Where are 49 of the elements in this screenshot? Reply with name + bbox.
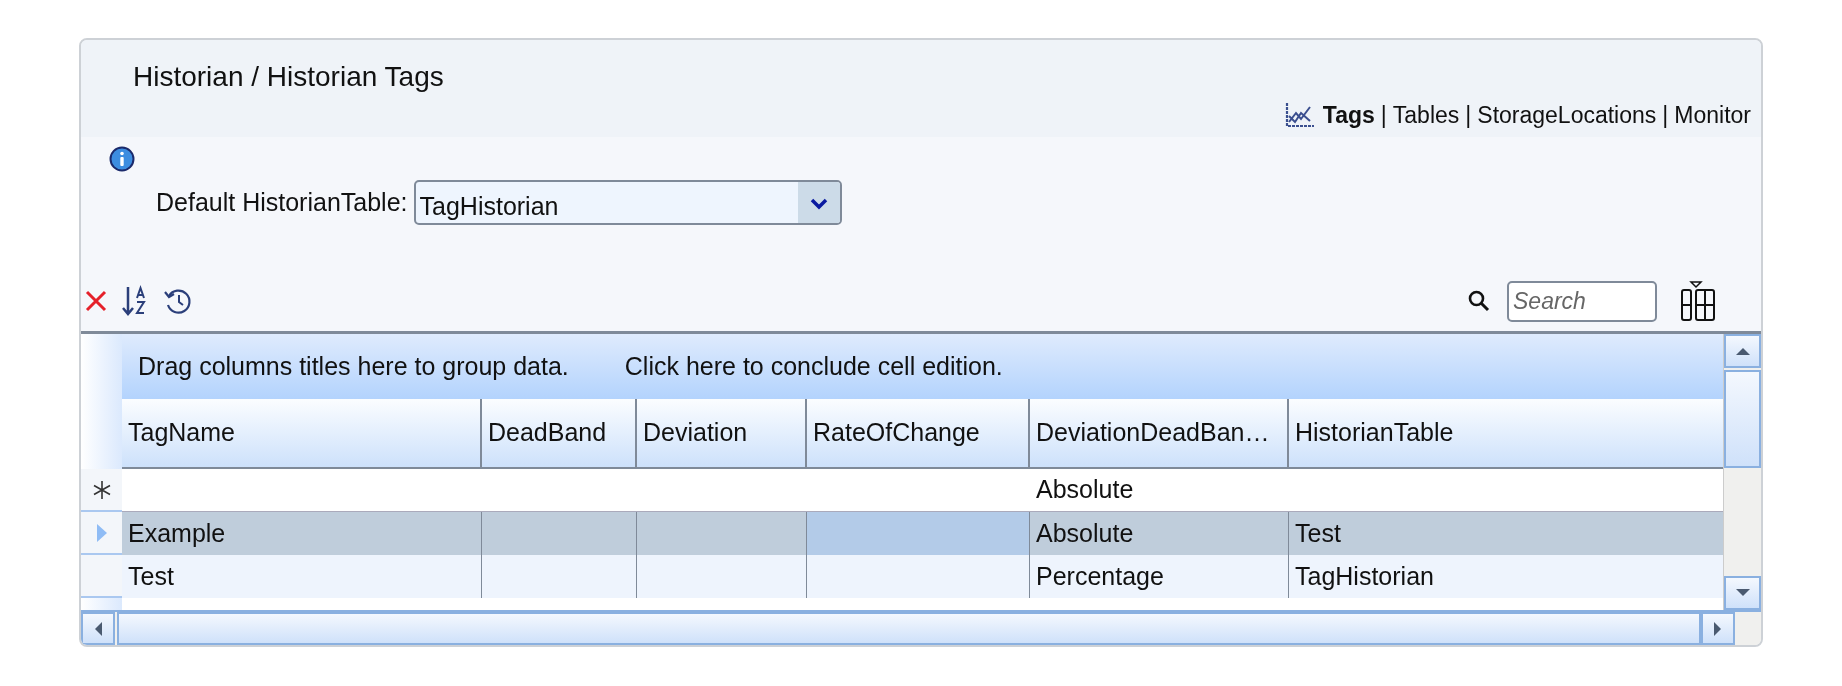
breadcrumb-title: Historian / Historian Tags [133, 60, 445, 94]
table-row[interactable]: Test Percentage TagHistorian [122, 555, 1723, 598]
scroll-up-button[interactable] [1724, 334, 1761, 368]
selected-row[interactable]: Example Absolute Test [122, 512, 1723, 555]
triangle-up-icon [1734, 346, 1751, 356]
separator: | [1662, 101, 1669, 130]
separator: | [1380, 101, 1387, 130]
column-header[interactable]: TagName [122, 399, 482, 469]
scrollbar-thumb[interactable] [1724, 370, 1761, 468]
asterisk-icon [91, 479, 112, 500]
scroll-left-button[interactable] [81, 612, 115, 645]
scroll-down-button[interactable] [1724, 576, 1761, 610]
column-header[interactable]: DeadBand [482, 399, 637, 469]
scroll-right-button[interactable] [1701, 612, 1735, 645]
table-cell-text: TagHistorian [1294, 560, 1435, 592]
nav-tab[interactable]: Tags [1284, 98, 1375, 133]
chevron-down-icon [809, 198, 828, 211]
search-icon[interactable] [1467, 289, 1491, 313]
group-panel[interactable]: Drag columns titles here to group data. Click here to conclude cell edition. [122, 334, 1723, 399]
search-field[interactable]: Search [1507, 280, 1657, 322]
history-icon[interactable] [163, 286, 193, 316]
column-header[interactable]: DeviationDeadBan… [1030, 399, 1289, 469]
current-cell[interactable] [807, 512, 1030, 555]
hint-text: Drag columns titles here to group data. [138, 350, 569, 382]
triangle-right-icon [1713, 620, 1723, 637]
nav-tab[interactable]: Tables [1392, 98, 1460, 133]
info-icon[interactable] [109, 146, 135, 172]
column-header[interactable]: RateOfChange [807, 399, 1030, 469]
table-cell: Test [122, 555, 482, 598]
nav-tab[interactable]: StorageLocations [1477, 98, 1657, 133]
column-chooser-icon[interactable] [1679, 280, 1717, 322]
current-row-icon [95, 522, 108, 543]
triangle-left-icon [93, 620, 103, 637]
dropdown-button[interactable] [797, 182, 840, 223]
table-cell-text: Test [1294, 517, 1342, 549]
field-label: Default HistorianTable: [156, 186, 408, 218]
column-header[interactable]: HistorianTable [1289, 399, 1723, 469]
historian-table-dropdown[interactable]: TagHistorian [413, 180, 842, 225]
hint-text: Click here to conclude cell edition. [624, 350, 1003, 382]
nav-tab[interactable]: Monitor [1674, 98, 1751, 133]
column-header[interactable]: Deviation [637, 399, 807, 469]
chart-icon [1284, 102, 1315, 129]
separator: | [1465, 101, 1472, 130]
triangle-down-icon [1734, 588, 1751, 598]
table-cell: Percentage [1030, 555, 1289, 598]
table-cell-text: Absolute [1035, 474, 1135, 506]
row-header[interactable] [81, 469, 122, 512]
vertical-scrollbar[interactable] [1723, 334, 1761, 610]
delete-icon[interactable] [83, 288, 109, 314]
